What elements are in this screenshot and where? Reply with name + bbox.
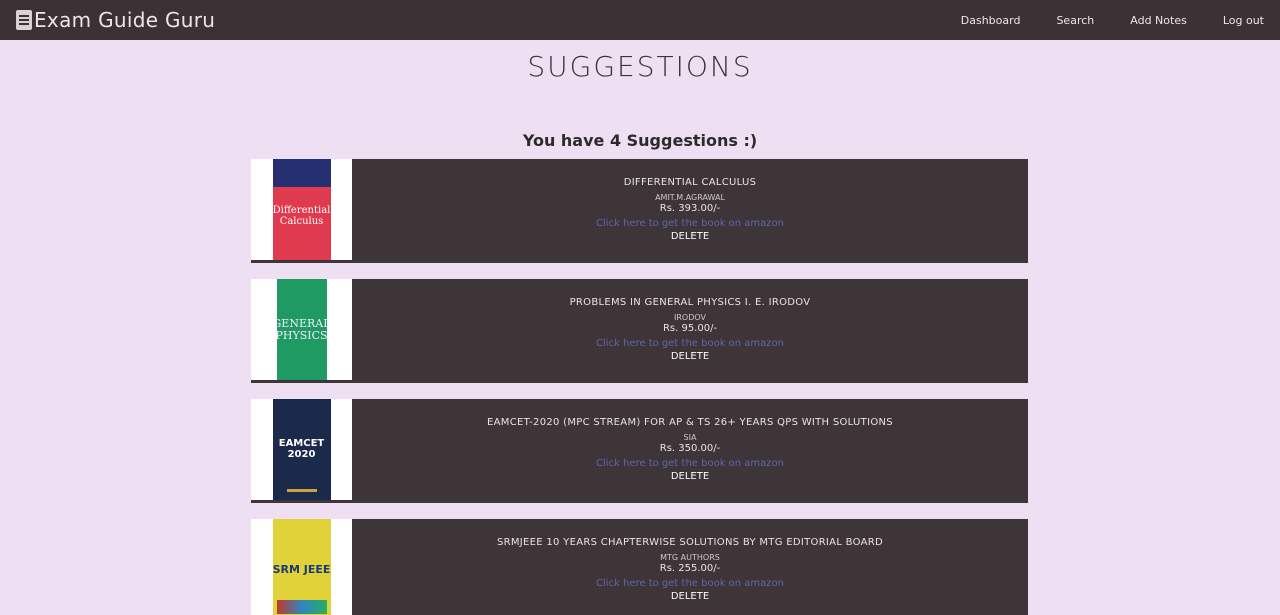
delete-button[interactable]: DELETE — [671, 231, 709, 242]
nav-add-notes[interactable]: Add Notes — [1130, 14, 1187, 27]
delete-button[interactable]: DELETE — [671, 471, 709, 482]
book-cover-frame: GENERAL PHYSICS — [251, 279, 352, 380]
book-cover-text: SRM JEEE — [272, 562, 331, 576]
book-cover: SRM JEEE — [272, 519, 331, 615]
suggestion-card: Differential Calculus DIFFERENTIAL CALCU… — [251, 159, 1028, 263]
book-title: EAMCET-2020 (MPC STREAM) FOR AP & TS 26+… — [487, 417, 893, 428]
amazon-link[interactable]: Click here to get the book on amazon — [596, 458, 784, 469]
suggestion-card: GENERAL PHYSICS PROBLEMS IN GENERAL PHYS… — [251, 279, 1028, 383]
book-icon — [16, 10, 32, 30]
book-cover: EAMCET 2020 — [272, 399, 331, 500]
book-price: Rs. 393.00/- — [659, 203, 721, 214]
book-info: SRMJEEE 10 YEARS CHAPTERWISE SOLUTIONS B… — [352, 519, 1028, 615]
nav-links: Dashboard Search Add Notes Log out — [925, 14, 1264, 27]
book-cover-text: GENERAL PHYSICS — [276, 316, 327, 342]
page-title: SUGGESTIONS — [527, 50, 753, 83]
book-title: DIFFERENTIAL CALCULUS — [623, 177, 757, 188]
top-navbar: Exam Guide Guru Dashboard Search Add Not… — [0, 0, 1280, 40]
book-cover-text: EAMCET 2020 — [278, 438, 325, 460]
book-info: DIFFERENTIAL CALCULUS AMIT.M.AGRAWAL Rs.… — [352, 159, 1028, 263]
book-cover-frame: EAMCET 2020 — [251, 399, 352, 500]
delete-button[interactable]: DELETE — [671, 591, 709, 602]
book-price: Rs. 255.00/- — [659, 563, 721, 574]
suggestion-list: Differential Calculus DIFFERENTIAL CALCU… — [251, 159, 1028, 615]
book-cover: GENERAL PHYSICS — [276, 279, 327, 380]
amazon-link[interactable]: Click here to get the book on amazon — [596, 218, 784, 229]
amazon-link[interactable]: Click here to get the book on amazon — [596, 338, 784, 349]
suggestion-card: EAMCET 2020 EAMCET-2020 (MPC STREAM) FOR… — [251, 399, 1028, 503]
book-author: MTG AUTHORS — [660, 553, 720, 562]
book-author: SIA — [683, 433, 697, 442]
book-author: AMIT.M.AGRAWAL — [655, 193, 725, 202]
nav-search[interactable]: Search — [1056, 14, 1094, 27]
book-info: PROBLEMS IN GENERAL PHYSICS I. E. IRODOV… — [352, 279, 1028, 383]
brand-link[interactable]: Exam Guide Guru — [16, 8, 215, 32]
book-price: Rs. 95.00/- — [662, 323, 718, 334]
brand-name: Exam Guide Guru — [34, 8, 216, 32]
book-title: PROBLEMS IN GENERAL PHYSICS I. E. IRODOV — [569, 297, 811, 308]
nav-dashboard[interactable]: Dashboard — [961, 14, 1021, 27]
book-price: Rs. 350.00/- — [659, 443, 721, 454]
book-info: EAMCET-2020 (MPC STREAM) FOR AP & TS 26+… — [352, 399, 1028, 503]
delete-button[interactable]: DELETE — [671, 351, 709, 362]
amazon-link[interactable]: Click here to get the book on amazon — [596, 578, 784, 589]
book-title: SRMJEEE 10 YEARS CHAPTERWISE SOLUTIONS B… — [496, 537, 884, 548]
book-cover-frame: Differential Calculus — [251, 159, 352, 260]
book-author: IRODOV — [673, 313, 706, 322]
book-cover: Differential Calculus — [272, 159, 331, 260]
nav-log-out[interactable]: Log out — [1223, 14, 1264, 27]
suggestion-count: You have 4 Suggestions :) — [522, 131, 758, 150]
book-cover-frame: SRM JEEE — [251, 519, 352, 615]
book-cover-text: Differential Calculus — [272, 205, 331, 227]
suggestion-card: SRM JEEE SRMJEEE 10 YEARS CHAPTERWISE SO… — [251, 519, 1028, 615]
